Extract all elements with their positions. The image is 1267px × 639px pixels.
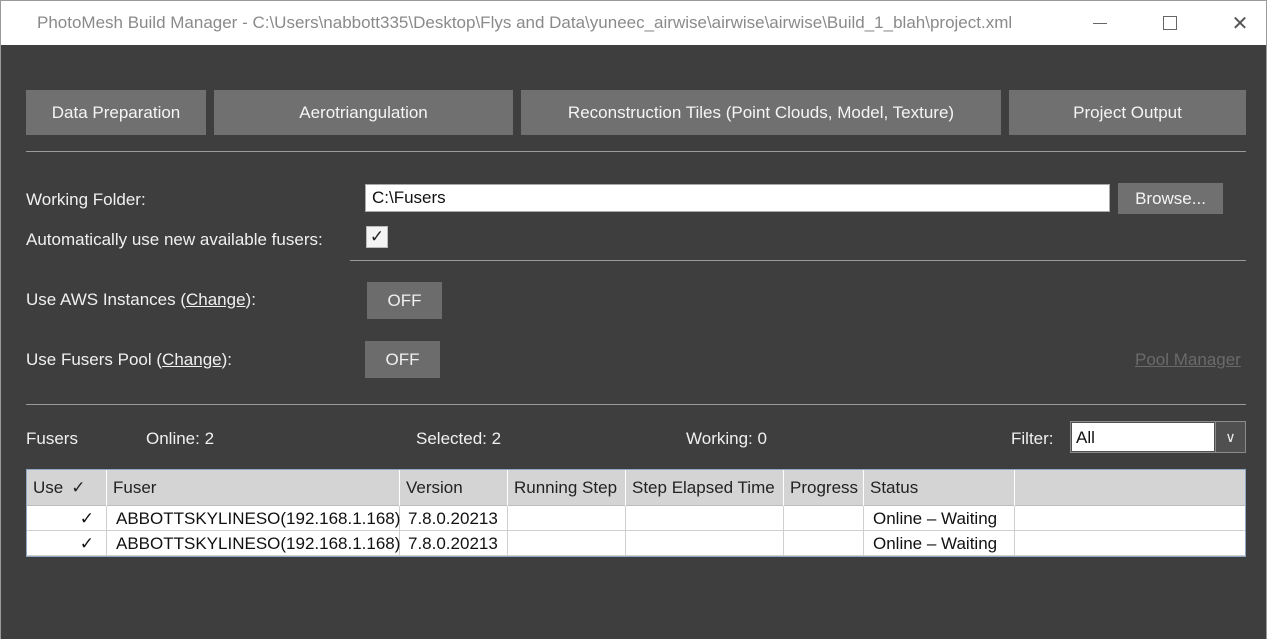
fuser-version: 7.8.0.20213	[400, 506, 508, 531]
column-header-use[interactable]: Use ✓	[27, 470, 107, 506]
column-header-step-elapsed-time[interactable]: Step Elapsed Time	[626, 470, 784, 506]
table-header: Use ✓ Fuser Version Running Step Step El…	[27, 470, 1245, 506]
use-header-label: Use	[33, 478, 64, 497]
chevron-down-icon[interactable]: ∨	[1215, 422, 1245, 452]
aws-change-link[interactable]: Change	[186, 290, 246, 309]
aws-instances-toggle[interactable]: OFF	[367, 282, 442, 319]
tab-aerotriangulation[interactable]: Aerotriangulation	[214, 90, 513, 135]
column-header-fuser[interactable]: Fuser	[107, 470, 400, 506]
close-icon: ✕	[1231, 12, 1249, 35]
fusers-pool-label: Use Fusers Pool (Change):	[26, 350, 232, 370]
column-header-running-step[interactable]: Running Step	[508, 470, 626, 506]
column-header-progress[interactable]: Progress	[784, 470, 864, 506]
main-panel: Data Preparation Aerotriangulation Recon…	[1, 45, 1266, 639]
select-all-checkmark-icon[interactable]: ✓	[71, 478, 85, 498]
filter-label: Filter:	[1011, 429, 1054, 448]
close-button[interactable]: ✕	[1215, 1, 1265, 45]
title-bar[interactable]: PhotoMesh Build Manager - C:\Users\nabbo…	[1, 1, 1266, 45]
divider	[26, 404, 1246, 405]
column-header-status[interactable]: Status	[864, 470, 1015, 506]
empty-cell	[1015, 506, 1245, 531]
maximize-icon	[1163, 16, 1177, 30]
fuser-status: Online – Waiting	[864, 531, 1015, 556]
aws-label-prefix: Use AWS Instances (	[26, 290, 186, 309]
fusers-pool-toggle[interactable]: OFF	[365, 341, 440, 378]
working-folder-input[interactable]	[365, 184, 1110, 212]
pool-manager-link[interactable]: Pool Manager	[1135, 350, 1241, 370]
auto-use-fusers-label: Automatically use new available fusers:	[26, 230, 323, 249]
filter-dropdown[interactable]: All ∨	[1070, 421, 1246, 453]
filter-selected-value[interactable]: All	[1072, 423, 1214, 451]
minimize-icon	[1093, 22, 1107, 24]
fuser-status: Online – Waiting	[864, 506, 1015, 531]
fusers-heading: Fusers	[26, 429, 78, 448]
browse-button[interactable]: Browse...	[1118, 183, 1223, 214]
fusers-table: Use ✓ Fuser Version Running Step Step El…	[26, 469, 1246, 557]
table-row[interactable]: ✓ ABBOTTSKYLINESO(192.168.1.168) 7.8.0.2…	[27, 506, 1245, 531]
pool-label-suffix: ):	[221, 350, 232, 369]
column-header-version[interactable]: Version	[400, 470, 508, 506]
running-step	[508, 506, 626, 531]
use-checkbox[interactable]: ✓	[27, 506, 107, 531]
progress	[784, 506, 864, 531]
tab-data-preparation[interactable]: Data Preparation	[26, 90, 206, 135]
table-row[interactable]: ✓ ABBOTTSKYLINESO(192.168.1.168) 7.8.0.2…	[27, 531, 1245, 556]
working-count: Working: 0	[686, 429, 767, 448]
empty-cell	[1015, 531, 1245, 556]
divider	[26, 151, 1246, 152]
fuser-name: ABBOTTSKYLINESO(192.168.1.168)	[107, 531, 400, 556]
aws-instances-label: Use AWS Instances (Change):	[26, 290, 256, 310]
use-checkbox[interactable]: ✓	[27, 531, 107, 556]
fuser-name: ABBOTTSKYLINESO(192.168.1.168)	[107, 506, 400, 531]
online-count: Online: 2	[146, 429, 215, 448]
tab-reconstruction-tiles[interactable]: Reconstruction Tiles (Point Clouds, Mode…	[521, 90, 1001, 135]
working-folder-label: Working Folder:	[26, 190, 146, 209]
step-elapsed-time	[626, 531, 784, 556]
running-step	[508, 531, 626, 556]
auto-use-fusers-checkbox[interactable]: ✓	[366, 226, 388, 248]
column-header-empty	[1015, 470, 1245, 506]
minimize-button[interactable]	[1075, 1, 1125, 45]
checkmark-icon: ✓	[369, 227, 385, 246]
fuser-version: 7.8.0.20213	[400, 531, 508, 556]
tab-project-output[interactable]: Project Output	[1009, 90, 1246, 135]
aws-label-suffix: ):	[245, 290, 256, 309]
window-title: PhotoMesh Build Manager - C:\Users\nabbo…	[37, 13, 1013, 32]
maximize-button[interactable]	[1145, 1, 1195, 45]
divider	[350, 260, 1246, 261]
pool-change-link[interactable]: Change	[162, 350, 222, 369]
app-window: PhotoMesh Build Manager - C:\Users\nabbo…	[0, 0, 1267, 639]
progress	[784, 531, 864, 556]
pool-label-prefix: Use Fusers Pool (	[26, 350, 163, 369]
selected-count: Selected: 2	[416, 429, 502, 448]
step-elapsed-time	[626, 506, 784, 531]
